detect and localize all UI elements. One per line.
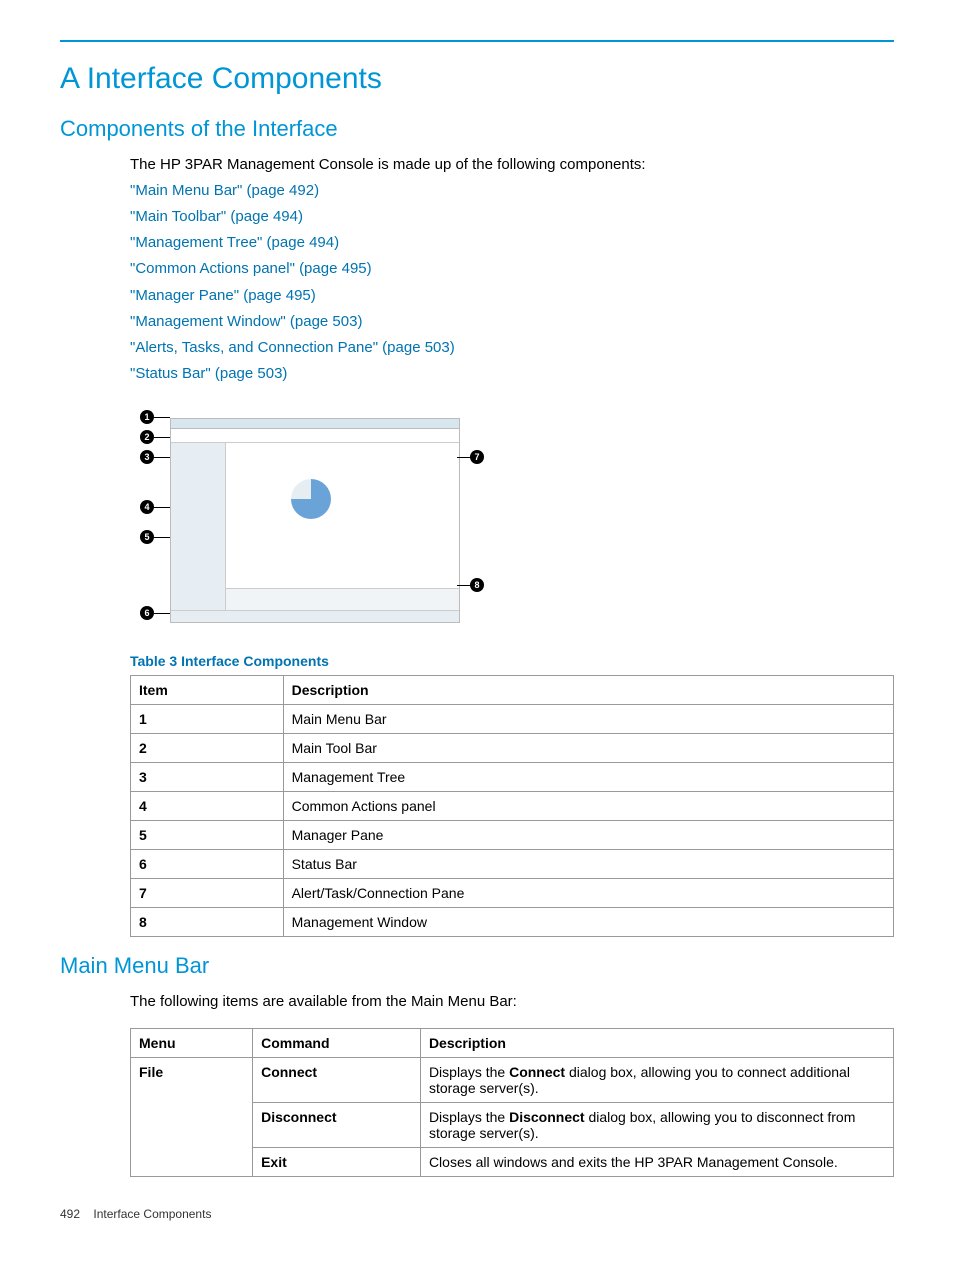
cell-desc: Main Menu Bar [283, 704, 893, 733]
cell-item: 4 [131, 791, 284, 820]
link-common-actions-panel[interactable]: "Common Actions panel" (page 495) [130, 256, 894, 282]
table-row: 8Management Window [131, 907, 894, 936]
cell-command: Connect [253, 1058, 421, 1103]
cell-menu: File [131, 1058, 253, 1177]
cell-desc: Displays the Connect dialog box, allowin… [420, 1058, 893, 1103]
table-row: 5Manager Pane [131, 820, 894, 849]
desc-bold: Disconnect [509, 1109, 584, 1125]
section-main-menu-bar-title: Main Menu Bar [60, 953, 894, 979]
col-description: Description [420, 1029, 893, 1058]
col-item: Item [131, 675, 284, 704]
intro-text: The HP 3PAR Management Console is made u… [130, 152, 894, 178]
cell-item: 5 [131, 820, 284, 849]
section-components-title: Components of the Interface [60, 116, 894, 142]
link-management-window[interactable]: "Management Window" (page 503) [130, 309, 894, 335]
callout-2: 2 [140, 430, 154, 444]
cell-command: Exit [253, 1148, 421, 1177]
callout-4: 4 [140, 500, 154, 514]
figure-app-screenshot [170, 418, 460, 623]
cell-item: 8 [131, 907, 284, 936]
table-row: 6Status Bar [131, 849, 894, 878]
cell-desc: Status Bar [283, 849, 893, 878]
link-list: "Main Menu Bar" (page 492) "Main Toolbar… [130, 178, 894, 388]
table-row: 3Management Tree [131, 762, 894, 791]
col-description: Description [283, 675, 893, 704]
cell-item: 2 [131, 733, 284, 762]
interface-components-table: Item Description 1Main Menu Bar 2Main To… [130, 675, 894, 937]
callout-6: 6 [140, 606, 154, 620]
cell-desc: Main Tool Bar [283, 733, 893, 762]
cell-desc: Manager Pane [283, 820, 893, 849]
cell-item: 3 [131, 762, 284, 791]
table3-caption: Table 3 Interface Components [130, 653, 894, 669]
main-menu-bar-table: Menu Command Description File Connect Di… [130, 1028, 894, 1177]
table-row: 4Common Actions panel [131, 791, 894, 820]
link-alerts-tasks-connection-pane[interactable]: "Alerts, Tasks, and Connection Pane" (pa… [130, 335, 894, 361]
cell-item: 1 [131, 704, 284, 733]
desc-post: Closes all windows and exits the HP 3PAR… [429, 1154, 838, 1170]
callout-1: 1 [140, 410, 154, 424]
table-row: 2Main Tool Bar [131, 733, 894, 762]
cell-desc: Management Window [283, 907, 893, 936]
interface-figure: 1 2 3 4 5 6 7 8 [130, 408, 490, 633]
link-manager-pane[interactable]: "Manager Pane" (page 495) [130, 283, 894, 309]
page-footer: 492 Interface Components [60, 1207, 894, 1221]
link-main-toolbar[interactable]: "Main Toolbar" (page 494) [130, 204, 894, 230]
section2-intro: The following items are available from t… [130, 989, 894, 1015]
col-menu: Menu [131, 1029, 253, 1058]
cell-desc: Common Actions panel [283, 791, 893, 820]
callout-8: 8 [470, 578, 484, 592]
cell-desc: Alert/Task/Connection Pane [283, 878, 893, 907]
cell-item: 7 [131, 878, 284, 907]
cell-command: Disconnect [253, 1103, 421, 1148]
link-status-bar[interactable]: "Status Bar" (page 503) [130, 361, 894, 387]
callout-3: 3 [140, 450, 154, 464]
callout-7: 7 [470, 450, 484, 464]
col-command: Command [253, 1029, 421, 1058]
cell-desc: Closes all windows and exits the HP 3PAR… [420, 1148, 893, 1177]
page-title: A Interface Components [60, 62, 894, 96]
table-row: File Connect Displays the Connect dialog… [131, 1058, 894, 1103]
cell-desc: Displays the Disconnect dialog box, allo… [420, 1103, 893, 1148]
desc-pre: Displays the [429, 1064, 509, 1080]
desc-bold: Connect [509, 1064, 565, 1080]
link-main-menu-bar[interactable]: "Main Menu Bar" (page 492) [130, 178, 894, 204]
table-row: 7Alert/Task/Connection Pane [131, 878, 894, 907]
top-rule [60, 40, 894, 42]
desc-pre: Displays the [429, 1109, 509, 1125]
page-number: 492 [60, 1207, 80, 1221]
cell-item: 6 [131, 849, 284, 878]
link-management-tree[interactable]: "Management Tree" (page 494) [130, 230, 894, 256]
table-row: 1Main Menu Bar [131, 704, 894, 733]
footer-text: Interface Components [93, 1207, 211, 1221]
cell-desc: Management Tree [283, 762, 893, 791]
callout-5: 5 [140, 530, 154, 544]
